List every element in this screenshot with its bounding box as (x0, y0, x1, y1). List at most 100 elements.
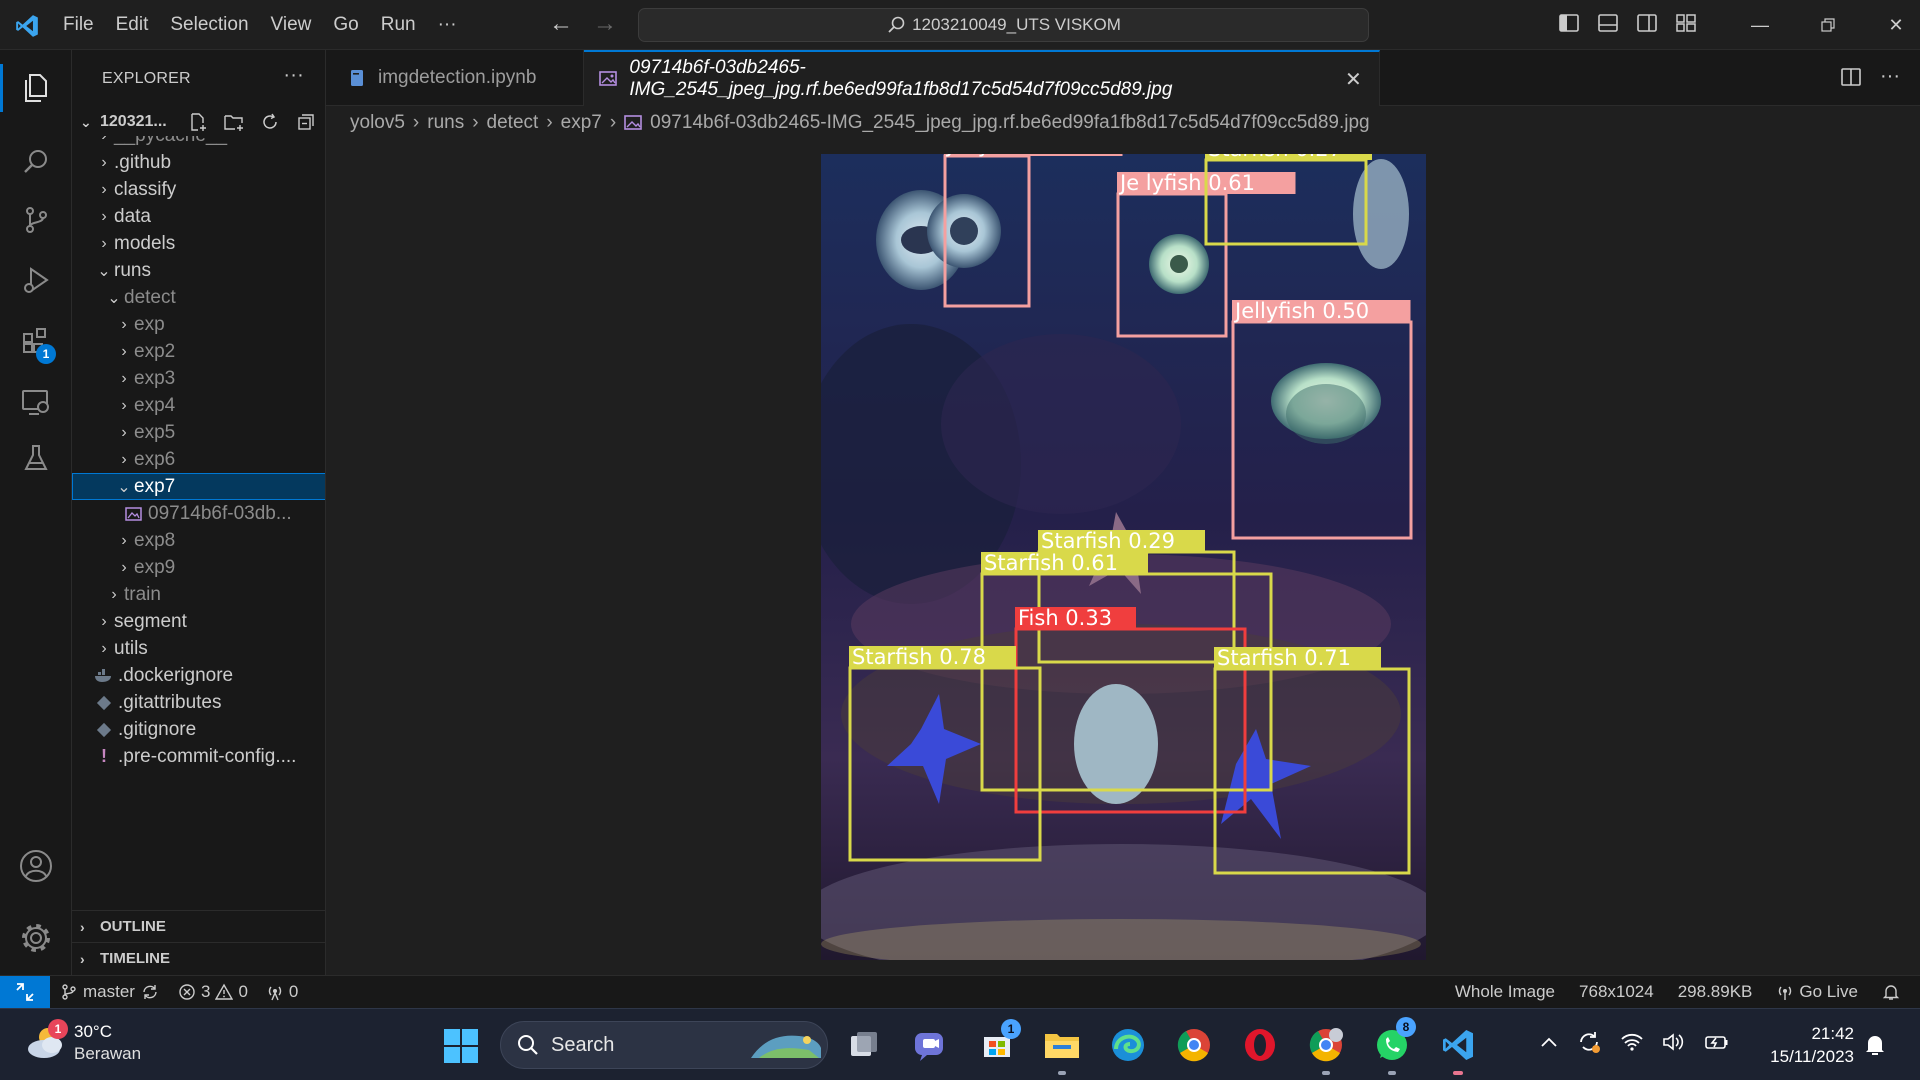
timeline-section[interactable]: › TIMELINE (72, 942, 325, 974)
restore-icon[interactable] (1794, 0, 1862, 50)
new-file-icon[interactable] (186, 111, 210, 133)
tree-item[interactable]: › exp6 (72, 446, 325, 473)
extensions-icon[interactable]: 1 (0, 306, 72, 374)
chevron-down-icon: ⌄ (97, 262, 111, 280)
task-view-icon[interactable] (842, 1023, 886, 1067)
breadcrumb-item[interactable]: exp7 (561, 112, 602, 134)
tree-item[interactable]: › exp (72, 311, 325, 338)
testing-icon[interactable] (0, 424, 72, 492)
detection-image: Jellyfish 0.82 Je lyfish 0.61 Starfish 0.2… (821, 154, 1426, 960)
tree-item[interactable]: 09714b6f-03db... (72, 500, 325, 527)
breadcrumb-item[interactable]: runs (427, 112, 464, 134)
image-zoom-mode[interactable]: Whole Image (1455, 982, 1555, 1002)
sync-tray-icon[interactable] (1576, 1029, 1602, 1060)
menu-view[interactable]: View (260, 8, 323, 42)
notifications-bell-icon[interactable] (1882, 983, 1900, 1001)
menu-edit[interactable]: Edit (105, 8, 160, 42)
battery-charging-icon[interactable] (1704, 1032, 1730, 1057)
wifi-icon[interactable] (1620, 1032, 1644, 1057)
microsoft-store-icon[interactable]: 1 (975, 1019, 1021, 1067)
tree-item[interactable]: › exp5 (72, 419, 325, 446)
explorer-more-icon[interactable]: ··· (283, 64, 304, 87)
back-arrow-icon[interactable]: ← (548, 12, 574, 38)
tree-item[interactable]: › exp3 (72, 365, 325, 392)
tree-item[interactable]: .dockerignore (72, 662, 325, 689)
source-control-icon[interactable] (0, 186, 72, 254)
chat-icon[interactable] (908, 1023, 952, 1067)
tree-item[interactable]: ›__pycache__ (72, 136, 325, 149)
editor-tabs: imgdetection.ipynb 09714b6f-03db2465-IMG… (326, 50, 1920, 106)
chevron-up-icon[interactable] (1540, 1035, 1558, 1054)
run-debug-icon[interactable] (0, 246, 72, 314)
outline-section[interactable]: › OUTLINE (72, 910, 325, 942)
tree-item[interactable]: › exp8 (72, 527, 325, 554)
breadcrumb-item[interactable]: yolov5 (350, 112, 405, 134)
chrome-icon[interactable] (1172, 1023, 1216, 1067)
menu-run[interactable]: Run (370, 8, 427, 42)
tree-item[interactable]: › .github (72, 149, 325, 176)
tree-item[interactable]: .gitattributes (72, 689, 325, 716)
breadcrumb-item[interactable]: 09714b6f-03db2465-IMG_2545_jpeg_jpg.rf.b… (650, 112, 1369, 134)
tree-item[interactable]: ⌄ runs (72, 257, 325, 284)
settings-gear-icon[interactable] (0, 904, 72, 972)
vscode-window: File Edit Selection View Go Run ··· ← → … (0, 0, 1920, 1080)
tree-item[interactable]: › segment (72, 608, 325, 635)
menu-file[interactable]: File (52, 8, 105, 42)
tree-item-label: 09714b6f-03db... (148, 502, 292, 524)
chrome-profile-icon[interactable] (1304, 1023, 1348, 1075)
tree-item[interactable]: › classify (72, 176, 325, 203)
volume-icon[interactable] (1662, 1032, 1686, 1057)
tree-item[interactable]: ⌄ detect (72, 284, 325, 311)
system-clock[interactable]: 21:42 15/11/2023 (1758, 1022, 1854, 1068)
remote-indicator-icon[interactable] (0, 976, 50, 1008)
tree-item[interactable]: › train (72, 581, 325, 608)
more-actions-icon[interactable]: ··· (1880, 66, 1900, 88)
minimize-icon[interactable]: — (1726, 0, 1794, 50)
weather-widget[interactable]: 1 30°C Berawan (24, 1019, 141, 1065)
tree-item[interactable]: › utils (72, 635, 325, 662)
file-explorer-icon[interactable] (1040, 1023, 1084, 1075)
tab-imgdetection[interactable]: imgdetection.ipynb (326, 50, 584, 106)
whatsapp-icon[interactable]: 8 (1370, 1017, 1416, 1075)
tree-item[interactable]: › exp4 (72, 392, 325, 419)
refresh-icon[interactable] (258, 111, 282, 133)
collapse-all-icon[interactable] (294, 111, 318, 133)
forward-arrow-icon[interactable]: → (592, 12, 618, 38)
command-center-label: 1203210049_UTS VISKOM (912, 15, 1121, 34)
vscode-taskbar-icon[interactable] (1436, 1023, 1480, 1075)
menu-go[interactable]: Go (322, 8, 369, 42)
customize-layout-icon[interactable] (1675, 12, 1697, 34)
opera-icon[interactable] (1238, 1023, 1282, 1067)
menu-selection[interactable]: Selection (159, 8, 259, 42)
edge-browser-icon[interactable] (1106, 1023, 1150, 1067)
tab-image-file[interactable]: 09714b6f-03db2465-IMG_2545_jpeg_jpg.rf.b… (584, 50, 1380, 106)
go-live-button[interactable]: Go Live (1776, 982, 1858, 1002)
problems-status[interactable]: 3 0 (178, 982, 248, 1002)
tree-item[interactable]: › models (72, 230, 325, 257)
branch-status[interactable]: master (60, 982, 160, 1002)
tree-item[interactable]: › data (72, 203, 325, 230)
toggle-secondary-sidebar-icon[interactable] (1636, 12, 1658, 34)
toggle-panel-icon[interactable] (1597, 12, 1619, 34)
new-folder-icon[interactable] (222, 111, 246, 133)
toggle-primary-sidebar-icon[interactable] (1558, 12, 1580, 34)
menu-more[interactable]: ··· (427, 8, 468, 42)
broadcast-icon (268, 986, 282, 1001)
command-center[interactable]: 1203210049_UTS VISKOM (638, 8, 1369, 42)
tree-item[interactable]: ⌄ exp7 (72, 473, 325, 500)
tree-item[interactable]: › exp9 (72, 554, 325, 581)
tree-item[interactable]: .gitignore (72, 716, 325, 743)
tree-item[interactable]: › exp2 (72, 338, 325, 365)
tree-item[interactable]: ! .pre-commit-config.... (72, 743, 325, 770)
split-editor-icon[interactable] (1840, 66, 1862, 88)
notification-center-icon[interactable] (1864, 1033, 1886, 1062)
explorer-icon[interactable] (0, 54, 72, 122)
breadcrumb-item[interactable]: detect (487, 112, 539, 134)
accounts-icon[interactable] (0, 832, 72, 900)
close-tab-icon[interactable]: ✕ (1342, 67, 1365, 91)
ports-status[interactable]: 0 (266, 982, 298, 1002)
close-window-icon[interactable]: ✕ (1862, 0, 1920, 50)
windows-start-icon[interactable] (442, 1027, 480, 1065)
workspace-folder-header[interactable]: ⌄ 120321... (72, 108, 325, 136)
taskbar-search[interactable]: Search (500, 1021, 828, 1069)
